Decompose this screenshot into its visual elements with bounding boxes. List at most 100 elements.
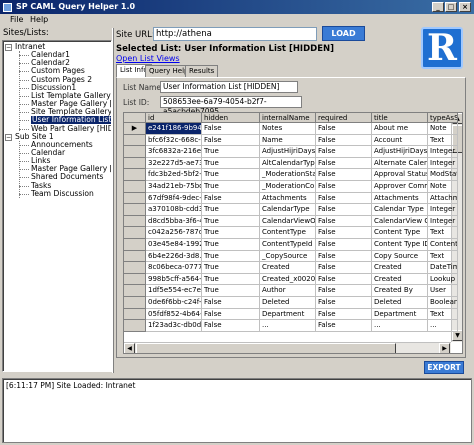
grid-cell[interactable]: True bbox=[202, 239, 260, 251]
open-list-views-link[interactable]: Open List Views bbox=[116, 54, 180, 63]
grid-cell[interactable]: CalendarType bbox=[260, 204, 316, 216]
grid-cell[interactable]: e241f186-9b94-4... bbox=[146, 123, 202, 135]
row-header[interactable] bbox=[124, 215, 146, 228]
grid-cell[interactable]: AltCalendarType bbox=[260, 157, 316, 170]
grid-cell[interactable]: Alternate Calendar... bbox=[372, 157, 428, 170]
grid-cell[interactable]: AdjustHijriDays bbox=[372, 146, 428, 158]
grid-cell[interactable]: Account bbox=[372, 134, 428, 147]
grid-cell[interactable]: Notes bbox=[260, 123, 316, 135]
grid-cell[interactable]: Integer bbox=[428, 204, 458, 216]
grid-cell[interactable]: _ModerationComm... bbox=[260, 181, 316, 193]
grid-cell[interactable]: False bbox=[316, 169, 372, 181]
grid-cell[interactable]: True bbox=[202, 146, 260, 158]
grid-cell[interactable]: False bbox=[316, 123, 372, 135]
grid-cell[interactable]: 05fdf852-4b64-4... bbox=[146, 308, 202, 321]
grid-cell[interactable]: False bbox=[316, 227, 372, 239]
grid-cell[interactable]: Integer bbox=[428, 215, 458, 228]
grid-cell[interactable]: Content Type bbox=[372, 227, 428, 239]
grid-cell[interactable]: True bbox=[202, 227, 260, 239]
row-header[interactable] bbox=[124, 273, 146, 286]
grid-cell[interactable]: Content Type ID bbox=[372, 239, 428, 251]
grid-cell[interactable]: 03e45e84-1992-... bbox=[146, 239, 202, 251]
site-tree[interactable]: − Intranet Calendar1 Calendar2 Custom Pages C… bbox=[2, 40, 112, 372]
tree-list-item[interactable]: Team Discussion bbox=[31, 189, 94, 198]
collapse-icon[interactable]: − bbox=[5, 44, 12, 51]
grid-cell[interactable]: ModStat bbox=[428, 169, 458, 181]
grid-cell[interactable]: False bbox=[316, 273, 372, 286]
grid-cell[interactable]: Attachments bbox=[428, 192, 458, 205]
row-header[interactable] bbox=[124, 250, 146, 263]
row-header[interactable] bbox=[124, 181, 146, 193]
grid-cell[interactable]: False bbox=[316, 250, 372, 263]
row-header[interactable] bbox=[124, 134, 146, 147]
column-header[interactable]: hidden bbox=[202, 113, 260, 123]
grid-cell[interactable]: False bbox=[316, 215, 372, 228]
row-header[interactable] bbox=[124, 227, 146, 239]
grid-cell[interactable]: Note bbox=[428, 181, 458, 193]
grid-cell[interactable]: Calendar Type bbox=[372, 204, 428, 216]
scroll-thumb-horizontal[interactable] bbox=[136, 343, 396, 353]
grid-cell[interactable]: Integer bbox=[428, 146, 458, 158]
grid-cell[interactable]: False bbox=[316, 308, 372, 321]
column-header[interactable]: title bbox=[372, 113, 428, 123]
row-header[interactable] bbox=[124, 157, 146, 170]
grid-cell[interactable]: False bbox=[202, 192, 260, 205]
grid-cell[interactable]: Department bbox=[372, 308, 428, 321]
grid-cell[interactable]: Author bbox=[260, 285, 316, 297]
menu-help[interactable]: Help bbox=[30, 15, 48, 25]
grid-cell[interactable]: 1df5e554-ec7e-... bbox=[146, 285, 202, 297]
grid-cell[interactable]: False bbox=[316, 297, 372, 309]
grid-cell[interactable]: ContentType bbox=[260, 227, 316, 239]
grid-cell[interactable]: Created bbox=[372, 262, 428, 274]
grid-cell[interactable]: ... bbox=[372, 320, 428, 332]
grid-cell[interactable]: Name bbox=[260, 134, 316, 147]
grid-cell[interactable]: False bbox=[202, 297, 260, 309]
row-header[interactable] bbox=[124, 169, 146, 181]
grid-cell[interactable]: False bbox=[316, 192, 372, 205]
row-header[interactable] bbox=[124, 308, 146, 321]
maximize-button[interactable]: □ bbox=[445, 2, 457, 12]
row-header[interactable] bbox=[124, 239, 146, 251]
grid-cell[interactable]: 3fc6832a-216e-4... bbox=[146, 146, 202, 158]
grid-cell[interactable]: 1f23ad3c-db0d-... bbox=[146, 320, 202, 332]
grid-cell[interactable]: Note bbox=[428, 123, 458, 135]
row-header[interactable] bbox=[124, 320, 146, 332]
grid-cell[interactable]: Approver Comme... bbox=[372, 181, 428, 193]
grid-cell[interactable]: Copy Source bbox=[372, 250, 428, 263]
grid-cell[interactable]: True bbox=[202, 157, 260, 170]
close-button[interactable]: × bbox=[459, 2, 471, 12]
grid-cell[interactable]: False bbox=[202, 308, 260, 321]
grid-cell[interactable]: 34ad21eb-75bd-... bbox=[146, 181, 202, 193]
grid-cell[interactable]: Created bbox=[260, 262, 316, 274]
grid-cell[interactable]: True bbox=[202, 250, 260, 263]
list-name-field[interactable]: User Information List [HIDDEN] bbox=[160, 81, 298, 93]
grid-cell[interactable]: 67df98f4-9dec-4... bbox=[146, 192, 202, 205]
grid-cell[interactable]: False bbox=[202, 134, 260, 147]
grid-cell[interactable]: Created bbox=[372, 273, 428, 286]
grid-cell[interactable]: CalendarViewOpt... bbox=[260, 215, 316, 228]
collapse-icon[interactable]: − bbox=[5, 133, 12, 141]
scroll-left-icon[interactable]: ◀ bbox=[124, 343, 135, 353]
row-header[interactable] bbox=[124, 192, 146, 205]
column-header[interactable]: typeAsStr bbox=[428, 113, 458, 123]
grid-cell[interactable]: True bbox=[202, 273, 260, 286]
grid-cell[interactable]: False bbox=[316, 204, 372, 216]
grid-cell[interactable]: 6b4e226d-3d8... bbox=[146, 250, 202, 263]
grid-cell[interactable]: User bbox=[428, 285, 458, 297]
row-header[interactable] bbox=[124, 297, 146, 309]
grid-cell[interactable]: False bbox=[316, 239, 372, 251]
grid-cell[interactable]: False bbox=[316, 181, 372, 193]
grid-cell[interactable]: True bbox=[202, 215, 260, 228]
grid-cell[interactable]: False bbox=[202, 123, 260, 135]
grid-cell[interactable]: False bbox=[316, 320, 372, 332]
grid-cell[interactable]: About me bbox=[372, 123, 428, 135]
grid-cell[interactable]: True bbox=[202, 285, 260, 297]
grid-cell[interactable]: 998b5cff-a564-4... bbox=[146, 273, 202, 286]
grid-cell[interactable]: Text bbox=[428, 134, 458, 147]
column-header[interactable]: id bbox=[146, 113, 202, 123]
grid-cell[interactable]: _ModerationStatus bbox=[260, 169, 316, 181]
grid-cell[interactable]: _CopySource bbox=[260, 250, 316, 263]
grid-cell[interactable]: d8cd5bba-3f6-4... bbox=[146, 215, 202, 228]
horizontal-scrollbar[interactable]: ◀ ▶ bbox=[124, 342, 451, 353]
export-button[interactable]: EXPORT bbox=[424, 361, 464, 374]
